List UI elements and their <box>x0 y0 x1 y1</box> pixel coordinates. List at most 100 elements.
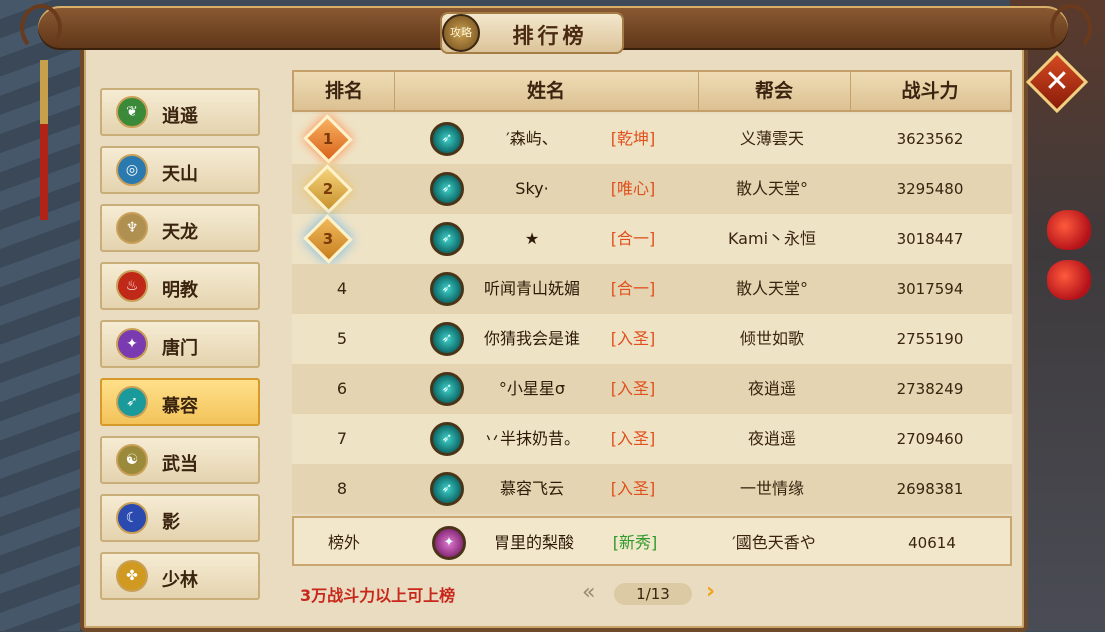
dragon-icon: ♆ <box>116 212 148 244</box>
player-name: 胃里的梨酸 <box>493 533 574 552</box>
class-blade-icon: ➶ <box>430 222 464 256</box>
player-title-tag: [乾坤] <box>610 129 656 148</box>
rank-number: 8 <box>336 479 348 498</box>
table-row[interactable]: 6 ➶ °小星星σ [入圣] 夜逍遥 2738249 <box>292 364 1012 414</box>
taiji-icon: ☯ <box>116 444 148 476</box>
hook-ornament-icon <box>1050 4 1092 52</box>
sidebar-item-label: 少林 <box>162 570 198 591</box>
class-blade-icon: ➶ <box>430 422 464 456</box>
rank-number: 2 <box>322 180 334 198</box>
table-row[interactable]: 1 ➶ ′森屿、 [乾坤] 义薄雲天 3623562 <box>292 114 1012 164</box>
player-title-tag: [入圣] <box>610 379 656 398</box>
player-title-tag: [唯心] <box>610 179 656 198</box>
guild-name: 散人天堂° <box>735 179 808 198</box>
class-blade-icon: ➶ <box>430 122 464 156</box>
sidebar-item-label: 武当 <box>162 454 198 475</box>
player-name: 听闻青山妩媚 <box>483 279 580 298</box>
class-tangmen-icon: ✦ <box>432 526 466 560</box>
class-blade-icon: ➶ <box>430 472 464 506</box>
guide-emblem-icon[interactable]: 攻略 <box>442 14 480 52</box>
rank-number: 4 <box>336 279 348 298</box>
combat-power: 2738249 <box>896 380 964 398</box>
sidebar-item-xiaoyao[interactable]: ❦ 逍遥 <box>100 88 260 136</box>
guild-name: ′國色天香や <box>732 533 816 552</box>
table-row[interactable]: 8 ➶ 慕容飞云 [入圣] 一世情缘 2698381 <box>292 464 1012 514</box>
player-name: ★ <box>524 229 540 248</box>
player-name: 你猜我会是谁 <box>483 329 580 348</box>
ranking-table-header: 排名 姓名 帮会 战斗力 <box>292 70 1012 112</box>
combat-power: 3017594 <box>896 280 964 298</box>
ranking-requirement-note: 3万战斗力以上可上榜 <box>300 586 456 605</box>
player-title-tag: [入圣] <box>610 429 656 448</box>
lantern-icon <box>1047 210 1091 250</box>
sidebar-item-murong[interactable]: ➶ 慕容 <box>100 378 260 426</box>
sidebar-item-label: 唐门 <box>162 338 198 359</box>
rank-number: 榜外 <box>327 533 360 552</box>
player-name: 慕容飞云 <box>499 479 564 498</box>
rank-number: 7 <box>336 429 348 448</box>
blade-icon: ➶ <box>116 386 148 418</box>
page-indicator: 1/13 <box>614 583 692 605</box>
player-title-tag: [新秀] <box>612 533 658 552</box>
table-row[interactable]: 4 ➶ 听闻青山妩媚 [合一] 散人天堂° 3017594 <box>292 264 1012 314</box>
hook-ornament-icon <box>20 4 62 52</box>
leaf-icon: ❦ <box>116 96 148 128</box>
tassel-ornament <box>40 60 48 220</box>
sidebar-item-shaolin[interactable]: ✤ 少林 <box>100 552 260 600</box>
guild-name: 义薄雲天 <box>739 129 804 148</box>
page-title: 排行榜 <box>512 23 588 48</box>
combat-power: 3623562 <box>896 130 964 148</box>
combat-power: 2698381 <box>896 480 964 498</box>
guild-name: 散人天堂° <box>735 279 808 298</box>
class-blade-icon: ➶ <box>430 272 464 306</box>
sidebar-item-label: 慕容 <box>162 396 198 417</box>
close-icon[interactable]: ✕ <box>1035 60 1079 104</box>
sidebar-item-tianshan[interactable]: ◎ 天山 <box>100 146 260 194</box>
sidebar-item-tianlong[interactable]: ♆ 天龙 <box>100 204 260 252</box>
my-rank-row[interactable]: 榜外 ✦ 胃里的梨酸 [新秀] ′國色天香や 40614 <box>292 516 1012 566</box>
player-title-tag: [入圣] <box>610 479 656 498</box>
lantern-icon <box>1047 260 1091 300</box>
combat-power: 2709460 <box>896 430 964 448</box>
previous-page-button[interactable]: « <box>582 580 595 605</box>
next-page-button[interactable]: › <box>706 579 715 604</box>
player-name: Sky· <box>515 179 549 198</box>
combat-power: 3295480 <box>896 180 964 198</box>
sidebar-item-label: 天龙 <box>162 222 198 243</box>
player-title-tag: [合一] <box>610 229 656 248</box>
ring-icon: ◎ <box>116 154 148 186</box>
sidebar-item-ying[interactable]: ☾ 影 <box>100 494 260 542</box>
class-blade-icon: ➶ <box>430 172 464 206</box>
mask-icon: ☾ <box>116 502 148 534</box>
class-blade-icon: ➶ <box>430 372 464 406</box>
sidebar-item-label: 明教 <box>162 280 198 301</box>
guild-name: 夜逍遥 <box>747 429 796 448</box>
table-row[interactable]: 7 ➶ 丷半抹奶昔。 [入圣] 夜逍遥 2709460 <box>292 414 1012 464</box>
header-name: 姓名 <box>394 72 699 110</box>
combat-power: 40614 <box>908 534 956 552</box>
sidebar-item-label: 影 <box>162 512 180 533</box>
header-guild: 帮会 <box>698 72 851 110</box>
lotus-icon: ✤ <box>116 560 148 592</box>
header-rank: 排名 <box>294 72 395 110</box>
combat-power: 2755190 <box>896 330 964 348</box>
sidebar-item-mingjiao[interactable]: ♨ 明教 <box>100 262 260 310</box>
guild-name: 夜逍遥 <box>747 379 796 398</box>
player-title-tag: [入圣] <box>610 329 656 348</box>
sidebar-item-label: 逍遥 <box>162 106 198 127</box>
table-row[interactable]: 2 ➶ Sky· [唯心] 散人天堂° 3295480 <box>292 164 1012 214</box>
table-row[interactable]: 3 ➶ ★ [合一] Kami丶永恒 3018447 <box>292 214 1012 264</box>
class-blade-icon: ➶ <box>430 322 464 356</box>
player-title-tag: [合一] <box>610 279 656 298</box>
sidebar-item-tangmen[interactable]: ✦ 唐门 <box>100 320 260 368</box>
guild-name: 一世情缘 <box>739 479 804 498</box>
sidebar-item-wudang[interactable]: ☯ 武当 <box>100 436 260 484</box>
player-name: °小星星σ <box>498 379 566 398</box>
rank-number: 3 <box>322 230 334 248</box>
rank-number: 5 <box>336 329 348 348</box>
dart-icon: ✦ <box>116 328 148 360</box>
combat-power: 3018447 <box>896 230 964 248</box>
sidebar-item-label: 天山 <box>162 164 198 185</box>
table-row[interactable]: 5 ➶ 你猜我会是谁 [入圣] 倾世如歌 2755190 <box>292 314 1012 364</box>
rank-number: 6 <box>336 379 348 398</box>
